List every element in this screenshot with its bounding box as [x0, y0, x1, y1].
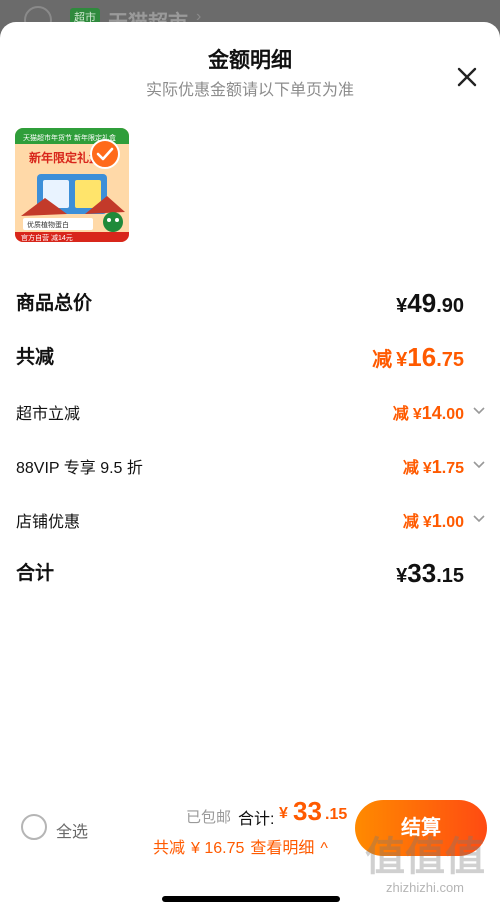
row-amount: 减 ¥1.00 — [402, 511, 464, 531]
product-promo-text: 优质植物蛋白 — [27, 220, 69, 229]
sheet-subtitle: 实际优惠金额请以下单页为准 — [145, 82, 354, 99]
total-currency: ¥ — [279, 805, 288, 822]
shipping-label: 已包邮 — [186, 809, 232, 826]
row-label: 合计 — [16, 563, 55, 584]
row-amount: ¥33.15 — [396, 558, 464, 588]
row-label: 商品总价 — [16, 293, 93, 314]
checked-badge — [90, 139, 120, 169]
select-all-radio[interactable] — [21, 814, 47, 840]
total-integer: 33 — [293, 796, 322, 826]
row-amount: 减 ¥16.75 — [372, 342, 464, 372]
product-thumbnail[interactable]: 天猫超市年货节 新年限定礼盒 新年限定礼盒 优质植物蛋白 官方自营 减14元 — [15, 128, 129, 242]
watermark-text: 值值值 — [365, 835, 485, 879]
row-grand-total: 合计 ¥33.15 — [16, 558, 486, 592]
watermark: 值值值 zhizhizhi.com — [350, 824, 500, 904]
row-label: 88VIP 专享 9.5 折 — [16, 460, 143, 477]
total-decimal: .15 — [325, 806, 348, 823]
home-indicator — [162, 896, 340, 902]
view-detail-link[interactable]: 查看明细 — [250, 840, 314, 857]
row-amount: 减 ¥1.75 — [402, 457, 464, 477]
chevron-down-icon[interactable] — [472, 512, 486, 526]
row-goods-total: 商品总价 ¥49.90 — [16, 288, 486, 322]
row-supermarket-discount[interactable]: 超市立减 减 ¥14.00 — [16, 400, 486, 434]
watermark-url: zhizhizhi.com — [385, 880, 465, 895]
chevron-down-icon[interactable] — [472, 458, 486, 472]
save-amount: ¥ 16.75 — [191, 840, 245, 857]
sheet-title: 金额明细 — [208, 49, 292, 72]
row-label: 共减 — [16, 347, 55, 368]
row-store-discount[interactable]: 店铺优惠 减 ¥1.00 — [16, 508, 486, 542]
close-icon[interactable] — [452, 62, 482, 92]
row-amount: 减 ¥14.00 — [392, 403, 464, 423]
row-label: 店铺优惠 — [16, 514, 81, 531]
chevron-down-icon[interactable] — [472, 404, 486, 418]
mascot-icon — [103, 212, 123, 232]
row-88vip-discount[interactable]: 88VIP 专享 9.5 折 减 ¥1.75 — [16, 454, 486, 488]
product-footer-text: 官方自营 减14元 — [21, 233, 73, 242]
save-prefix: 共减 — [153, 840, 186, 857]
amount-detail-sheet: 金额明细 实际优惠金额请以下单页为准 天猫超市年货节 新年限定礼盒 新年限定礼盒… — [0, 22, 500, 914]
chevron-up-icon: ^ — [320, 840, 328, 857]
total-label: 合计: — [238, 811, 275, 828]
row-amount: ¥49.90 — [396, 288, 464, 318]
select-all-label[interactable]: 全选 — [56, 818, 88, 842]
row-total-discount: 共减 减 ¥16.75 — [16, 342, 486, 376]
discount-summary-link[interactable]: 共减 ¥ 16.75 查看明细 ^ — [153, 834, 334, 858]
row-label: 超市立减 — [16, 406, 81, 423]
